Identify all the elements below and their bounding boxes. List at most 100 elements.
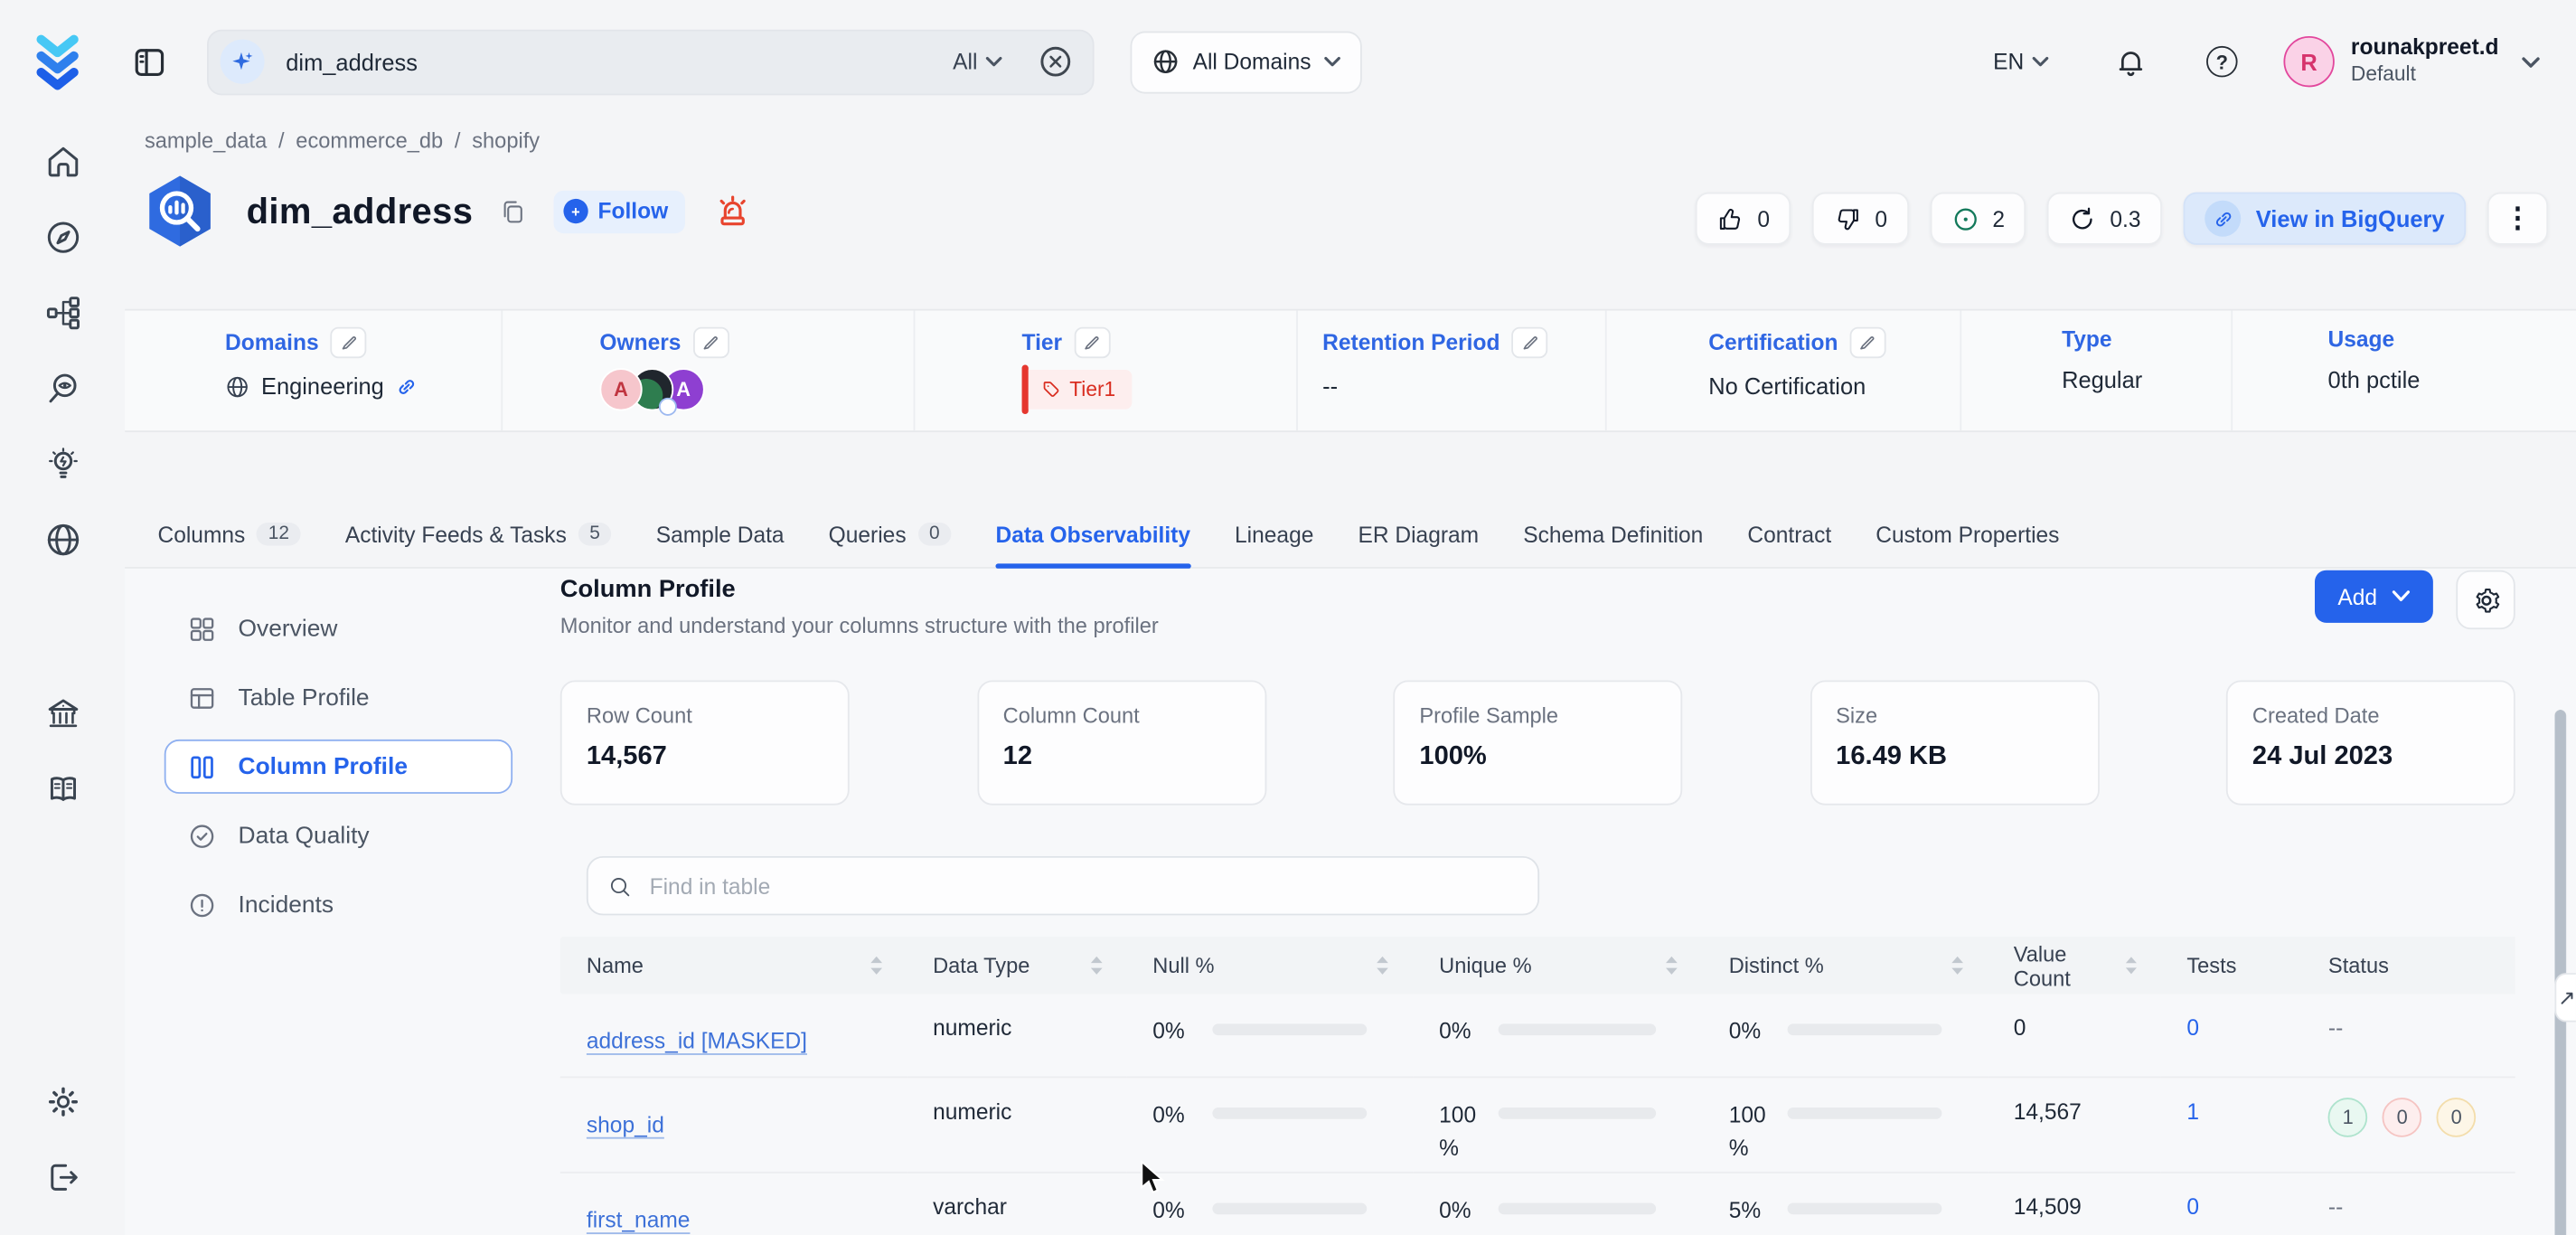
owner-avatar[interactable]: A — [599, 368, 642, 410]
null-pct-bar — [1212, 1023, 1367, 1035]
status-badge-success[interactable]: 1 — [2328, 1097, 2368, 1136]
tier-badge[interactable]: Tier1 — [1022, 370, 1297, 410]
nav-observability-icon[interactable] — [26, 350, 99, 426]
sort-icon[interactable] — [1375, 955, 1389, 976]
downvote-button[interactable]: 0 — [1812, 193, 1908, 245]
nav-home-icon[interactable] — [26, 123, 99, 199]
sort-icon[interactable] — [869, 955, 883, 976]
global-search-bar[interactable]: dim_address All — [207, 29, 1095, 95]
nav-discover-icon[interactable] — [26, 199, 99, 275]
subnav-incidents[interactable]: Incidents — [165, 878, 512, 932]
clear-search-icon[interactable] — [1039, 44, 1073, 79]
logout-icon[interactable] — [26, 1140, 99, 1216]
tests-link[interactable]: 1 — [2186, 1098, 2199, 1123]
retention-value: -- — [1322, 373, 1338, 400]
tab-contract[interactable]: Contract — [1747, 501, 1831, 567]
nav-glossary-icon[interactable] — [26, 751, 99, 827]
unique-pct-cell: 0% — [1439, 1193, 1679, 1227]
unique-pct-bar — [1499, 1107, 1657, 1118]
tab-columns[interactable]: Columns12 — [157, 501, 300, 567]
find-in-table-search[interactable] — [587, 856, 1539, 915]
sort-icon[interactable] — [1088, 955, 1103, 976]
profile-settings-button[interactable] — [2456, 570, 2515, 629]
column-name-link[interactable]: first_name — [587, 1207, 691, 1231]
edit-owners-button[interactable] — [692, 327, 729, 359]
tab-schema-definition[interactable]: Schema Definition — [1523, 501, 1703, 567]
subnav-data-quality[interactable]: Data Quality — [165, 808, 512, 863]
tab-custom-properties[interactable]: Custom Properties — [1876, 501, 2059, 567]
nav-lineage-icon[interactable] — [26, 275, 99, 351]
nav-insights-icon[interactable] — [26, 426, 99, 502]
search-icon — [608, 873, 632, 898]
column-name-link[interactable]: address_id [MASKED] — [587, 1029, 807, 1053]
col-header-null-pct[interactable]: Null % — [1126, 937, 1413, 995]
tests-link[interactable]: 0 — [2186, 1193, 2199, 1218]
user-avatar[interactable]: R — [2283, 36, 2334, 87]
value-count-cell: 14,509 — [1988, 1172, 2161, 1235]
tab-sample-data[interactable]: Sample Data — [656, 501, 785, 567]
usage-value: 0th pctile — [2328, 366, 2421, 392]
more-actions-button[interactable]: ⋮ — [2487, 193, 2548, 245]
value-count-cell: 0 — [1988, 995, 2161, 1077]
add-button[interactable]: Add — [2315, 570, 2433, 623]
panel-resize-handle[interactable] — [2554, 973, 2576, 1023]
popularity-button[interactable]: 0.3 — [2047, 193, 2162, 245]
edit-domains-button[interactable] — [330, 327, 366, 359]
chevron-down-icon[interactable] — [2522, 55, 2540, 69]
sidebar-toggle-icon[interactable] — [131, 43, 167, 80]
sort-icon[interactable] — [1950, 955, 1964, 976]
nav-governance-icon[interactable] — [26, 675, 99, 751]
tab-queries[interactable]: Queries0 — [829, 501, 952, 567]
alert-siren-icon[interactable] — [714, 193, 750, 231]
col-header-value-count[interactable]: Value Count — [1988, 937, 2161, 995]
tests-link[interactable]: 0 — [2186, 1015, 2199, 1040]
tab-lineage[interactable]: Lineage — [1235, 501, 1313, 567]
domain-value[interactable]: Engineering — [225, 373, 501, 400]
search-input[interactable]: dim_address — [286, 49, 953, 75]
upvote-button[interactable]: 0 — [1695, 193, 1791, 245]
meta-owners: Owners A A — [503, 311, 915, 431]
sort-icon[interactable] — [1665, 955, 1679, 976]
tab-data-observability[interactable]: Data Observability — [995, 501, 1189, 567]
left-nav-rail — [0, 123, 125, 1235]
domains-filter-dropdown[interactable]: All Domains — [1131, 31, 1362, 93]
breadcrumb-connection[interactable]: sample_data — [145, 128, 267, 153]
find-in-table-input[interactable] — [646, 872, 1518, 900]
edit-tier-button[interactable] — [1074, 327, 1110, 359]
tab-activity-feeds[interactable]: Activity Feeds & Tasks5 — [345, 501, 612, 567]
atlan-logo[interactable] — [30, 31, 86, 93]
breadcrumb-schema[interactable]: shopify — [472, 128, 540, 153]
col-header-unique-pct[interactable]: Unique % — [1413, 937, 1703, 995]
status-badge-warning[interactable]: 0 — [2437, 1097, 2477, 1136]
notifications-bell-icon[interactable] — [2114, 45, 2147, 78]
help-icon[interactable]: ? — [2206, 46, 2238, 78]
freshness-button[interactable]: 2 — [1930, 193, 2026, 245]
view-in-bigquery-button[interactable]: View in BigQuery — [2184, 193, 2466, 245]
tab-er-diagram[interactable]: ER Diagram — [1358, 501, 1479, 567]
subnav-column-profile[interactable]: Column Profile — [165, 740, 512, 794]
status-badge-error[interactable]: 0 — [2383, 1097, 2422, 1136]
edit-retention-button[interactable] — [1511, 327, 1547, 359]
alert-circle-icon — [187, 890, 217, 919]
data-type-cell: numeric — [907, 995, 1126, 1077]
user-menu[interactable]: rounakpreet.d Default — [2351, 35, 2499, 89]
follow-button[interactable]: + Follow — [553, 190, 684, 232]
nav-web-icon[interactable] — [26, 501, 99, 577]
copy-icon[interactable] — [499, 198, 525, 224]
column-name-link[interactable]: shop_id — [587, 1112, 664, 1136]
certification-value: No Certification — [1708, 373, 1866, 400]
search-scope-dropdown[interactable]: All — [953, 50, 1002, 74]
settings-gear-icon[interactable] — [26, 1064, 99, 1140]
language-selector[interactable]: EN — [1993, 50, 2048, 74]
col-header-distinct-pct[interactable]: Distinct % — [1703, 937, 1988, 995]
sort-icon[interactable] — [2123, 955, 2138, 976]
edit-certification-button[interactable] — [1849, 327, 1885, 359]
col-header-name[interactable]: Name — [560, 937, 907, 995]
subnav-table-profile[interactable]: Table Profile — [165, 671, 512, 725]
subnav-overview[interactable]: Overview — [165, 601, 512, 655]
breadcrumb-database[interactable]: ecommerce_db — [296, 128, 443, 153]
asset-title: dim_address — [247, 190, 474, 232]
col-header-data-type[interactable]: Data Type — [907, 937, 1126, 995]
column-profile-panel: Column Profile Monitor and understand yo… — [560, 569, 2515, 1235]
distinct-pct-cell: 5% — [1729, 1193, 1965, 1227]
